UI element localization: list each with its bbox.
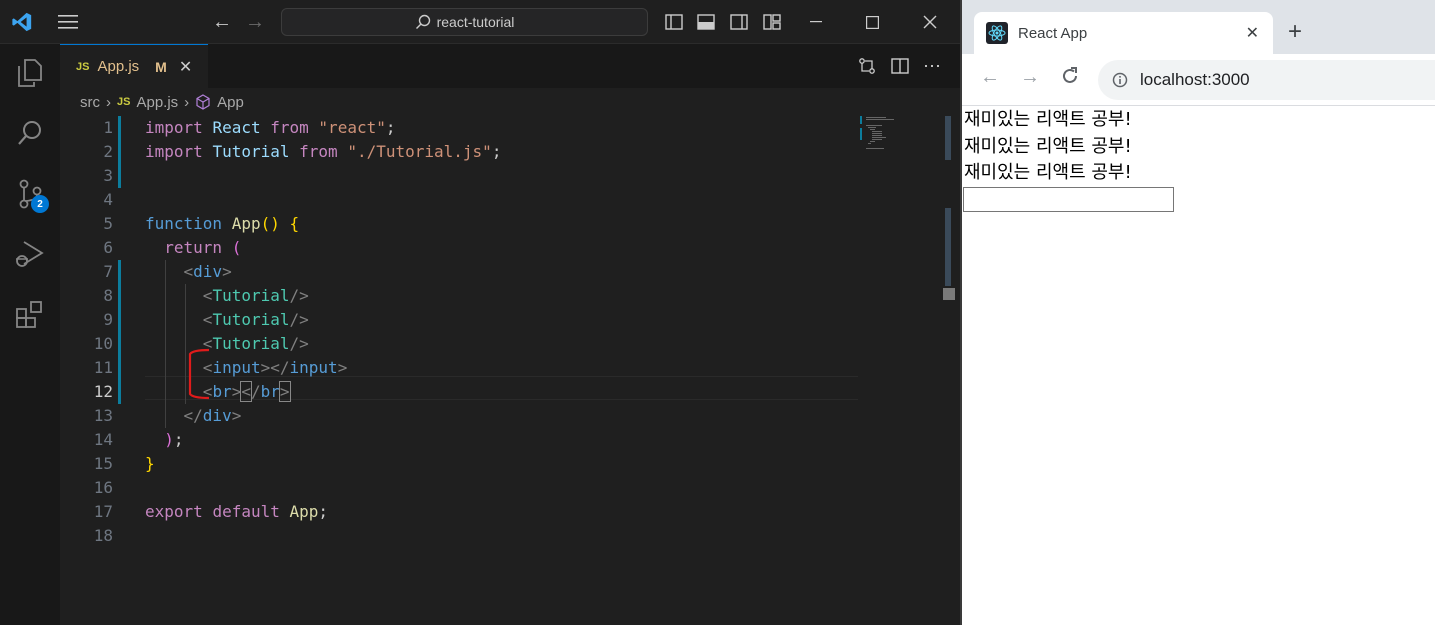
tutorial-text: 재미있는 리액트 공부! xyxy=(964,109,1132,130)
title-bar: ← → react-tutorial xyxy=(0,0,960,44)
tab-filename: App.js xyxy=(97,58,140,75)
js-file-icon: JS xyxy=(76,60,90,73)
back-arrow-icon[interactable]: ← xyxy=(980,66,1000,89)
gutter-modified-marker xyxy=(118,116,121,188)
line-number: 1 xyxy=(103,118,113,137)
source-control-icon[interactable] xyxy=(0,170,60,218)
line-number: 17 xyxy=(93,502,113,521)
search-icon[interactable] xyxy=(0,109,60,157)
code-line: ); xyxy=(164,430,184,449)
code-line: } xyxy=(145,454,155,473)
line-number: 16 xyxy=(93,478,113,497)
editor-scrollbar[interactable] xyxy=(943,116,955,625)
line-number: 6 xyxy=(103,238,113,257)
new-tab-icon[interactable]: + xyxy=(1288,18,1302,46)
code-line: return ( xyxy=(164,238,242,257)
tab-app-js[interactable]: JS App.js M ✕ xyxy=(60,44,208,88)
line-number: 7 xyxy=(103,262,113,281)
breadcrumb-symbol[interactable]: App xyxy=(217,94,244,111)
line-number: 5 xyxy=(103,214,113,233)
line-number: 14 xyxy=(93,430,113,449)
minimize-icon[interactable] xyxy=(804,10,828,34)
breadcrumb: src › JS App.js › App xyxy=(60,88,960,116)
vscode-logo-icon xyxy=(8,8,36,36)
code-line: <input></input> xyxy=(202,358,348,377)
browser-tab-strip: React App ✕ + xyxy=(962,0,1435,54)
chevron-right-icon: › xyxy=(106,93,111,111)
vscode-window: ← → react-tutorial 2 JS App.js M ✕ ⋯ src… xyxy=(0,0,960,625)
code-line: <br></br> xyxy=(202,381,291,402)
browser-toolbar: ← → localhost:3000 xyxy=(962,54,1435,106)
breadcrumb-folder[interactable]: src xyxy=(80,94,100,111)
extensions-icon[interactable] xyxy=(0,290,60,338)
explorer-icon[interactable] xyxy=(0,49,60,97)
command-center-search[interactable]: react-tutorial xyxy=(281,8,648,36)
run-debug-icon[interactable] xyxy=(0,230,60,278)
more-actions-icon[interactable]: ⋯ xyxy=(920,54,944,78)
modified-indicator: M xyxy=(155,58,167,75)
tutorial-text: 재미있는 리액트 공부! xyxy=(964,162,1132,183)
tutorial-text: 재미있는 리액트 공부! xyxy=(964,135,1132,157)
code-line: import React from "react"; xyxy=(145,118,396,137)
code-line: import Tutorial from "./Tutorial.js"; xyxy=(145,142,502,161)
code-line: function App() { xyxy=(145,214,300,233)
scm-badge: 2 xyxy=(31,195,49,213)
toggle-panel-icon[interactable] xyxy=(694,10,718,34)
browser-tab-title: React App xyxy=(1018,24,1088,42)
forward-arrow-icon[interactable]: → xyxy=(1020,66,1040,89)
back-arrow-icon[interactable]: ← xyxy=(210,10,234,34)
line-number: 11 xyxy=(93,358,113,377)
react-logo-icon xyxy=(986,22,1008,44)
code-line: <Tutorial/> xyxy=(202,310,309,329)
line-number: 2 xyxy=(103,142,113,161)
chevron-right-icon: › xyxy=(184,93,190,111)
page-text-input[interactable] xyxy=(963,186,1174,212)
reload-icon[interactable] xyxy=(1060,66,1080,92)
line-number: 10 xyxy=(93,334,113,353)
line-number: 4 xyxy=(103,190,113,209)
line-number: 3 xyxy=(103,166,113,185)
browser-window: React App ✕ + ← → localhost:3000 재미있는 리액… xyxy=(960,0,1435,625)
line-number: 8 xyxy=(103,286,113,305)
code-line: <Tutorial/> xyxy=(202,286,309,305)
url-text: localhost:3000 xyxy=(1140,70,1250,89)
toggle-secondary-sidebar-icon[interactable] xyxy=(727,10,751,34)
line-number: 18 xyxy=(93,526,113,545)
red-annotation-bracket xyxy=(188,348,210,400)
code-line: <div> xyxy=(183,262,232,281)
js-file-icon: JS xyxy=(117,96,131,108)
symbol-cube-icon xyxy=(196,94,210,110)
menu-icon[interactable] xyxy=(56,10,80,34)
minimap[interactable] xyxy=(860,116,945,196)
line-number: 15 xyxy=(93,454,113,473)
line-number: 13 xyxy=(93,406,113,425)
breadcrumb-file[interactable]: App.js xyxy=(136,94,178,111)
toggle-sidebar-icon[interactable] xyxy=(662,10,686,34)
customize-layout-icon[interactable] xyxy=(760,10,784,34)
search-text: react-tutorial xyxy=(436,14,515,30)
editor-tab-bar: JS App.js M ✕ ⋯ xyxy=(60,44,960,88)
split-editor-icon[interactable] xyxy=(888,54,912,78)
page-content: 재미있는 리액트 공부! 재미있는 리액트 공부! 재미있는 리액트 공부! xyxy=(962,107,1435,625)
forward-arrow-icon[interactable]: → xyxy=(243,10,267,34)
code-line: <Tutorial/> xyxy=(202,334,309,353)
open-changes-icon[interactable] xyxy=(855,54,879,78)
close-tab-icon[interactable]: ✕ xyxy=(1246,23,1259,43)
address-bar[interactable]: localhost:3000 xyxy=(1098,60,1435,100)
code-editor[interactable]: 1 2 3 4 5 6 7 8 9 10 11 12 13 14 15 16 17 18 import React… xyxy=(60,116,945,625)
line-number: 12 xyxy=(93,382,113,401)
close-tab-icon[interactable]: ✕ xyxy=(179,57,192,77)
activity-bar: 2 xyxy=(0,44,60,625)
close-window-icon[interactable] xyxy=(918,10,942,34)
code-line: export default App; xyxy=(145,502,329,521)
browser-tab[interactable]: React App ✕ xyxy=(974,12,1273,54)
line-number: 9 xyxy=(103,310,113,329)
search-icon xyxy=(415,14,430,29)
info-icon xyxy=(1112,72,1128,88)
gutter-modified-marker xyxy=(118,260,121,404)
maximize-icon[interactable] xyxy=(860,10,884,34)
code-line: </div> xyxy=(183,406,242,425)
